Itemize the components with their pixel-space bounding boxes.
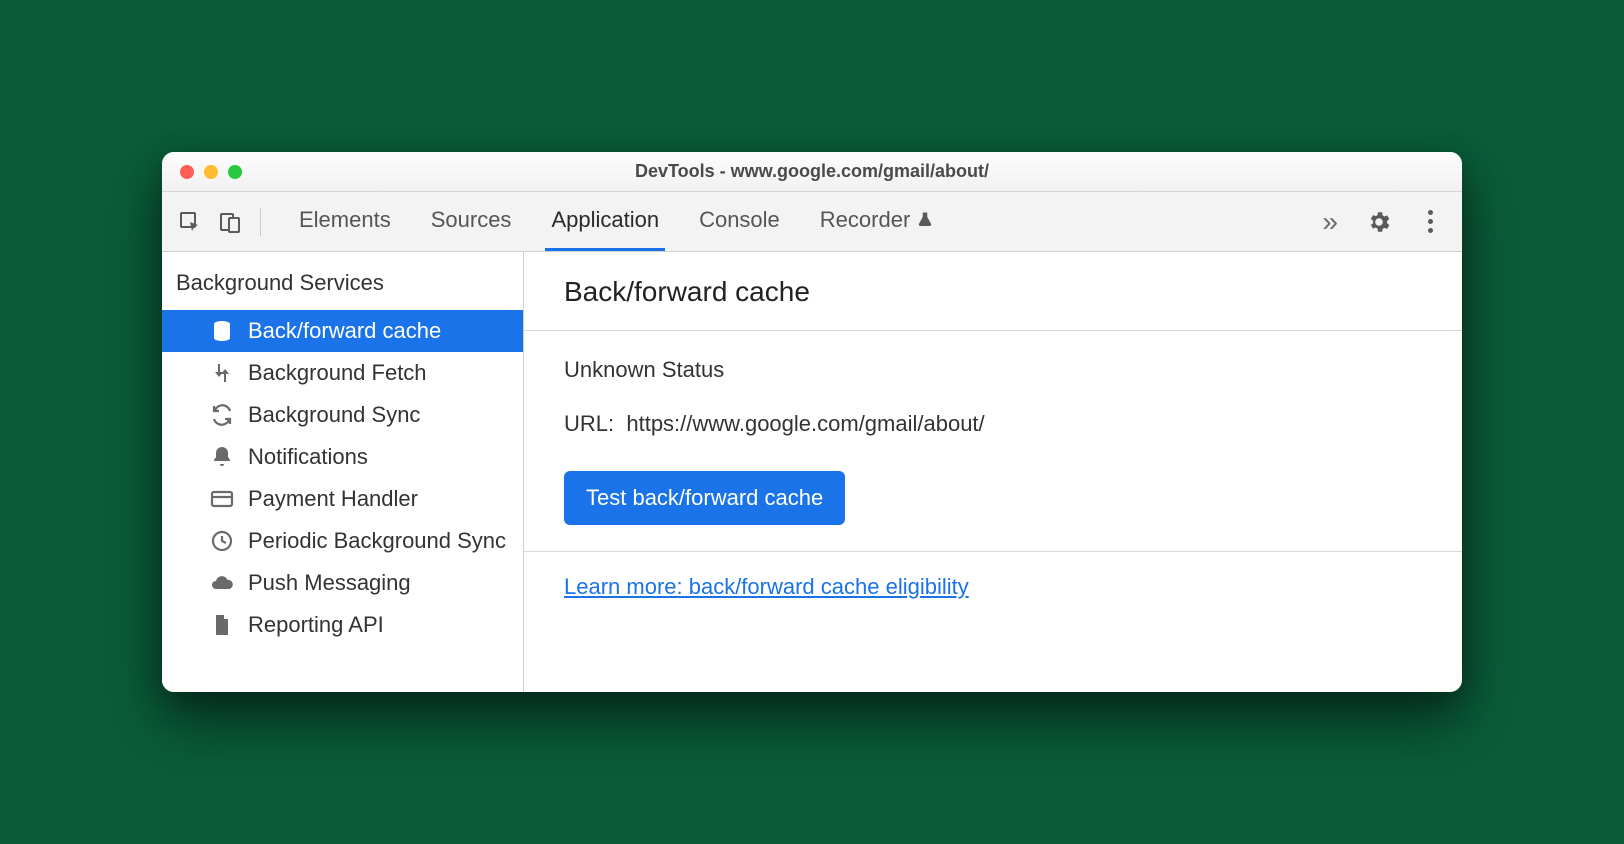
sidebar-item-label: Notifications (248, 444, 368, 470)
devtools-window: DevTools - www.google.com/gmail/about/ E… (162, 152, 1462, 692)
separator (260, 208, 261, 236)
tab-label: Application (551, 207, 659, 233)
close-window-button[interactable] (180, 165, 194, 179)
url-label: URL: (564, 411, 614, 436)
sidebar-item-label: Background Sync (248, 402, 420, 428)
learn-more-link[interactable]: Learn more: back/forward cache eligibili… (564, 574, 969, 599)
tab-label: Recorder (820, 207, 910, 233)
main-footer: Learn more: back/forward cache eligibili… (524, 552, 1462, 622)
sidebar-item-push-messaging[interactable]: Push Messaging (162, 562, 523, 604)
tab-recorder[interactable]: Recorder (814, 192, 940, 251)
sidebar-item-background-fetch[interactable]: Background Fetch (162, 352, 523, 394)
sidebar-item-background-sync[interactable]: Background Sync (162, 394, 523, 436)
sidebar-item-notifications[interactable]: Notifications (162, 436, 523, 478)
main-panel: Back/forward cache Unknown Status URL: h… (524, 252, 1462, 692)
sidebar-item-label: Background Fetch (248, 360, 427, 386)
window-title: DevTools - www.google.com/gmail/about/ (162, 161, 1462, 182)
kebab-menu-icon[interactable] (1420, 210, 1440, 233)
minimize-window-button[interactable] (204, 165, 218, 179)
panel-tabs: Elements Sources Application Console Rec… (293, 192, 940, 251)
cloud-icon (210, 571, 234, 595)
tab-sources[interactable]: Sources (425, 192, 518, 251)
sidebar-item-label: Push Messaging (248, 570, 411, 596)
sidebar-item-periodic-sync[interactable]: Periodic Background Sync (162, 520, 523, 562)
database-icon (210, 319, 234, 343)
status-text: Unknown Status (564, 357, 1422, 383)
more-tabs-icon[interactable]: » (1312, 206, 1348, 238)
tab-label: Console (699, 207, 780, 233)
titlebar: DevTools - www.google.com/gmail/about/ (162, 152, 1462, 192)
panel-body: Background Services Back/forward cache B… (162, 252, 1462, 692)
settings-icon[interactable] (1366, 209, 1392, 235)
zoom-window-button[interactable] (228, 165, 242, 179)
sidebar-heading: Background Services (162, 252, 523, 310)
clock-icon (210, 529, 234, 553)
flask-icon (916, 211, 934, 229)
sidebar-item-label: Back/forward cache (248, 318, 441, 344)
url-value: https://www.google.com/gmail/about/ (626, 411, 984, 436)
sync-icon (210, 403, 234, 427)
sidebar-item-label: Reporting API (248, 612, 384, 638)
bell-icon (210, 445, 234, 469)
sidebar-item-label: Periodic Background Sync (248, 528, 506, 554)
toolbar: Elements Sources Application Console Rec… (162, 192, 1462, 252)
device-toggle-icon[interactable] (214, 206, 246, 238)
tab-elements[interactable]: Elements (293, 192, 397, 251)
sidebar-item-payment-handler[interactable]: Payment Handler (162, 478, 523, 520)
tab-label: Sources (431, 207, 512, 233)
tab-console[interactable]: Console (693, 192, 786, 251)
inspect-element-icon[interactable] (174, 206, 206, 238)
tab-application[interactable]: Application (545, 192, 665, 251)
main-body: Unknown Status URL: https://www.google.c… (524, 331, 1462, 552)
main-heading: Back/forward cache (524, 252, 1462, 331)
sidebar: Background Services Back/forward cache B… (162, 252, 524, 692)
sidebar-item-label: Payment Handler (248, 486, 418, 512)
credit-card-icon (210, 487, 234, 511)
url-row: URL: https://www.google.com/gmail/about/ (564, 411, 1422, 437)
tab-label: Elements (299, 207, 391, 233)
traffic-lights (162, 165, 242, 179)
sidebar-item-bfcache[interactable]: Back/forward cache (162, 310, 523, 352)
sidebar-item-reporting-api[interactable]: Reporting API (162, 604, 523, 646)
fetch-icon (210, 361, 234, 385)
test-bfcache-button[interactable]: Test back/forward cache (564, 471, 845, 525)
document-icon (210, 613, 234, 637)
